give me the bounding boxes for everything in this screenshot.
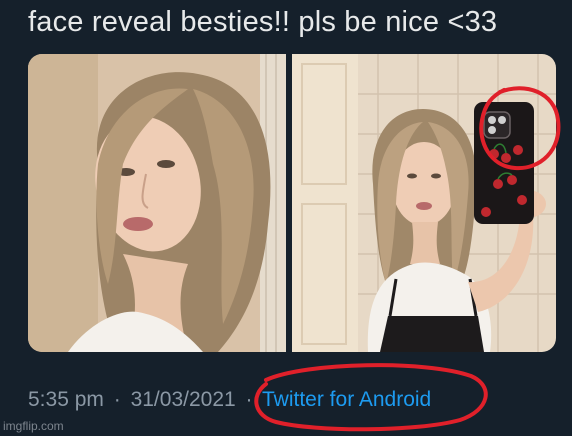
tweet-time: 5:35 pm: [28, 388, 104, 411]
photo-right[interactable]: [292, 54, 556, 352]
imgflip-watermark: imgflip.com: [3, 419, 64, 433]
photo-left[interactable]: [28, 54, 286, 352]
tweet-source-link[interactable]: Twitter for Android: [262, 388, 431, 411]
meta-separator-2: ·: [245, 388, 253, 411]
tweet-meta: 5:35 pm · 31/03/2021 · Twitter for Andro…: [28, 388, 431, 412]
tweet-screenshot: face reveal besties!! pls be nice <33 5:…: [0, 0, 572, 436]
meta-separator: ·: [113, 388, 121, 411]
tweet-date[interactable]: 31/03/2021: [131, 388, 236, 411]
tweet-text: face reveal besties!! pls be nice <33: [28, 6, 498, 38]
tweet-media-grid: [28, 54, 556, 352]
